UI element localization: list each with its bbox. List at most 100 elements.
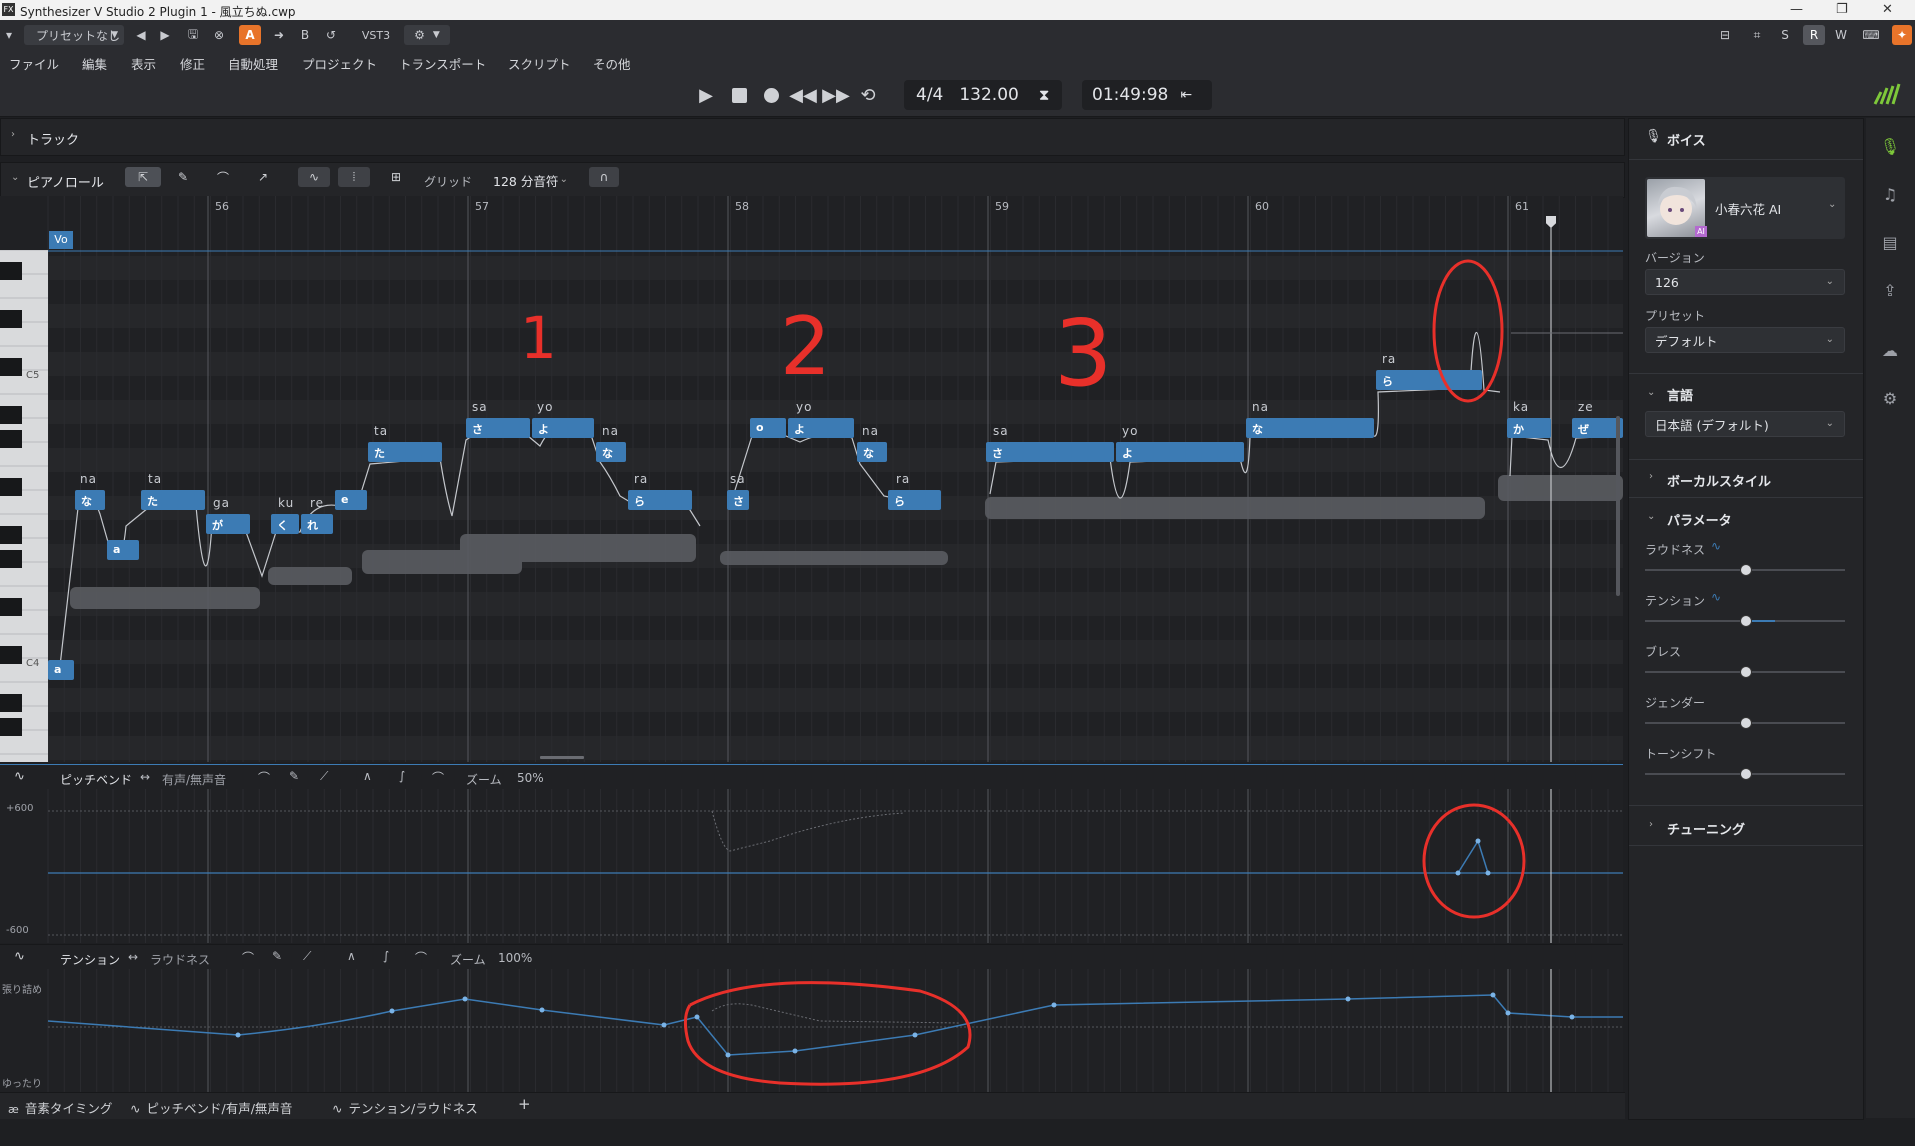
fast-forward-icon[interactable]: ▶▶ <box>822 84 850 106</box>
chevron-right-icon[interactable]: › <box>11 129 15 140</box>
gear-icon[interactable]: ⚙ <box>1878 386 1902 410</box>
delete-icon[interactable]: ⊗ <box>210 25 228 45</box>
singer-selector[interactable]: AI 小春六花 AI ⌄ <box>1645 177 1845 239</box>
close-icon[interactable]: ✕ <box>1882 2 1893 17</box>
cloud-icon[interactable]: ☁ <box>1878 338 1902 362</box>
bell-shape-icon[interactable]: ⌒ <box>432 769 444 786</box>
note-ra[interactable]: ら <box>888 490 941 510</box>
tab-tension-loudness[interactable]: ∿ テンション/ラウドネス <box>332 1098 478 1117</box>
slope-shape-icon[interactable]: ∫ <box>399 769 405 783</box>
midi-icon[interactable]: ⌗ <box>1748 25 1766 45</box>
language-header[interactable]: 言語 <box>1667 385 1693 404</box>
note-yo[interactable]: よ <box>1116 442 1244 462</box>
save-icon[interactable]: 🖫 <box>184 25 202 45</box>
line-tool-icon[interactable]: ⟋ <box>303 949 311 964</box>
note-na[interactable]: な <box>596 442 626 462</box>
rewind-icon[interactable]: ◀◀ <box>789 84 817 106</box>
layout-icon[interactable]: ⊟ <box>1716 25 1734 45</box>
zoom-value[interactable]: 100% <box>498 951 532 965</box>
microphone-icon[interactable]: 🎙 <box>1878 134 1902 158</box>
voice-preset-dropdown[interactable]: デフォルト ⌄ <box>1645 327 1845 353</box>
record-icon[interactable] <box>760 84 782 106</box>
plugin-menu-icon[interactable]: ▾ <box>2 25 16 45</box>
s-button[interactable]: S <box>1776 25 1794 45</box>
preset-dropdown[interactable]: プリセットなし ▼ <box>24 25 124 45</box>
lyrics-toggle-icon[interactable]: ⊞ <box>381 167 411 187</box>
note-ta[interactable]: た <box>368 442 442 462</box>
tempo-box[interactable]: 4/4 132.00 ⧗ <box>904 80 1062 110</box>
note-sa[interactable]: さ <box>986 442 1114 462</box>
settings-dropdown[interactable]: ⚙ ▼ <box>404 25 450 45</box>
loudness-toggle[interactable]: ラウドネス <box>150 951 210 968</box>
metronome-icon[interactable]: ⧗ <box>1039 86 1050 104</box>
piano-roll-title[interactable]: ピアノロール <box>27 172 104 191</box>
return-to-start-icon[interactable]: ⇤ <box>1180 87 1192 103</box>
pin-icon[interactable]: ✦ <box>1892 25 1912 45</box>
tone-shift-slider[interactable] <box>1645 768 1845 780</box>
tempo-value[interactable]: 132.00 <box>959 85 1018 105</box>
pitch-pen-tool-icon[interactable]: ↗ <box>245 167 281 187</box>
snap-magnet-icon[interactable]: ∩ <box>589 167 619 187</box>
curve-icon[interactable]: ∿ <box>14 769 25 784</box>
vertical-scrollbar[interactable] <box>1616 416 1620 596</box>
menu-auto[interactable]: 自動処理 <box>228 54 278 73</box>
menu-file[interactable]: ファイル <box>9 54 59 73</box>
zoom-value[interactable]: 50% <box>517 771 544 785</box>
prev-preset-icon[interactable]: ◀ <box>134 25 148 45</box>
automation-icon[interactable]: ∿ <box>1711 590 1721 604</box>
waveform-toggle-icon[interactable]: ⦙ <box>338 167 370 187</box>
note-a[interactable]: a <box>48 660 74 680</box>
note-e[interactable]: e <box>335 490 367 510</box>
next-preset-icon[interactable]: ▶ <box>158 25 172 45</box>
automation-icon[interactable]: ∿ <box>1711 539 1721 553</box>
note-ka[interactable]: か <box>1507 418 1551 438</box>
note-sa[interactable]: さ <box>727 490 749 510</box>
chevron-right-icon[interactable]: › <box>1649 471 1653 482</box>
bell-shape-icon[interactable]: ⌒ <box>415 949 427 966</box>
loudness-slider[interactable] <box>1645 564 1845 576</box>
note-ku[interactable]: く <box>271 514 299 534</box>
tension-curve[interactable] <box>0 969 1623 1093</box>
note-yo[interactable]: よ <box>532 418 594 438</box>
w-button[interactable]: W <box>1832 25 1850 45</box>
slope-shape-icon[interactable]: ∫ <box>383 949 389 963</box>
peak-shape-icon[interactable]: ∧ <box>347 949 356 963</box>
tension-slider[interactable] <box>1645 615 1845 627</box>
keyboard-icon[interactable]: ⌨ <box>1862 25 1880 45</box>
minimize-icon[interactable]: — <box>1790 2 1803 17</box>
menu-script[interactable]: スクリプト <box>508 54 571 73</box>
note-re[interactable]: れ <box>301 514 333 534</box>
chevron-down-icon[interactable]: ⌄ <box>1647 387 1655 398</box>
pen-arc-icon[interactable]: ⌒ <box>258 769 270 786</box>
track-panel-title[interactable]: トラック <box>27 129 79 148</box>
menu-edit[interactable]: 編集 <box>82 54 107 73</box>
menu-project[interactable]: プロジェクト <box>302 54 377 73</box>
note-ta[interactable]: た <box>141 490 205 510</box>
music-note-icon[interactable]: ♫ <box>1878 182 1902 206</box>
tension-title[interactable]: テンション <box>60 951 120 968</box>
breath-slider[interactable] <box>1645 666 1845 678</box>
gender-slider[interactable] <box>1645 717 1845 729</box>
chevron-down-icon[interactable]: ⌄ <box>1647 511 1655 522</box>
piano-keyboard[interactable]: C5 C4 <box>0 249 48 762</box>
slider-knob[interactable] <box>1740 717 1752 729</box>
note-draw-tool-icon[interactable]: ✎ <box>165 167 201 187</box>
menu-other[interactable]: その他 <box>593 54 631 73</box>
arrow-right-icon[interactable]: ➜ <box>270 25 288 45</box>
voiced-unvoiced-toggle[interactable]: 有声/無声音 <box>162 771 226 788</box>
language-dropdown[interactable]: 日本語 (デフォルト) ⌄ <box>1645 411 1845 437</box>
restore-icon[interactable]: ❐ <box>1836 2 1848 17</box>
slider-knob[interactable] <box>1740 564 1752 576</box>
menu-view[interactable]: 表示 <box>131 54 156 73</box>
note-a[interactable]: a <box>107 540 139 560</box>
note-na[interactable]: な <box>1246 418 1374 438</box>
tab-phoneme-timing[interactable]: æ 音素タイミング <box>8 1098 112 1117</box>
track-badge[interactable]: Vo <box>49 231 73 249</box>
tuning-header[interactable]: チューニング <box>1667 819 1745 838</box>
note-yo[interactable]: よ <box>788 418 854 438</box>
piano-roll-canvas[interactable]: C5 C4 Vo 56 57 58 59 60 61 な na a た ta が… <box>0 196 1623 762</box>
chevron-right-icon[interactable]: › <box>1649 819 1653 830</box>
pencil-icon[interactable]: ✎ <box>272 949 282 963</box>
export-icon[interactable]: ⇪ <box>1878 278 1902 302</box>
slider-knob[interactable] <box>1740 666 1752 678</box>
